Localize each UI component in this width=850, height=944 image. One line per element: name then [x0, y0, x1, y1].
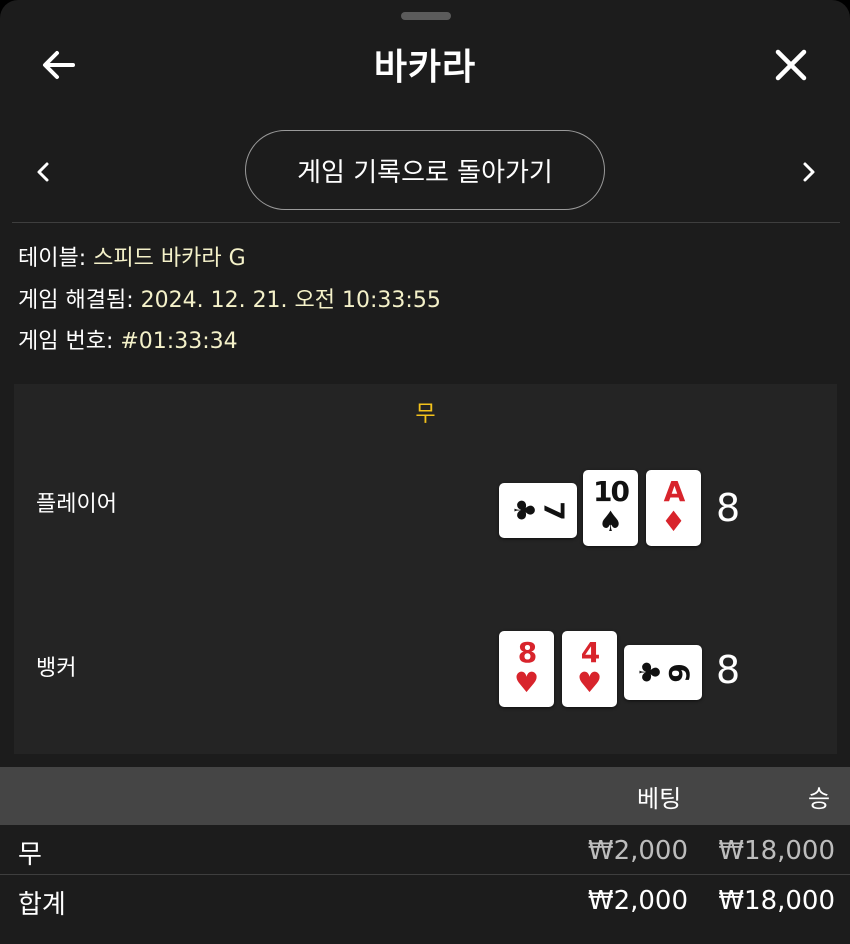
spade-icon: ♠ — [597, 505, 624, 538]
resolved-info-label: 게임 해결됨: — [18, 288, 141, 313]
card-rank: 4 — [580, 636, 600, 669]
banker-card-3: 6 ♣ — [624, 645, 702, 700]
banker-label: 뱅커 — [36, 656, 77, 681]
result-panel: 무 플레이어 7 ♣ 10 ♠ A ♦ 8 뱅커 8 ♥ 4 ♥ 6 ♣ 8 — [14, 384, 837, 754]
chevron-left-icon — [37, 162, 49, 182]
table-info: 테이블: 스피드 바카라 G — [18, 244, 246, 274]
page-title: 바카라 — [373, 47, 477, 88]
banker-card-2: 4 ♥ — [562, 631, 617, 707]
resolved-info: 게임 해결됨: 2024. 12. 21. 오전 10:33:55 — [18, 286, 441, 316]
win-amount: ₩18,000 — [718, 836, 835, 866]
bets-table-header: 베팅 승 — [0, 767, 850, 825]
column-header-bet: 베팅 — [637, 785, 682, 813]
close-button[interactable] — [766, 42, 816, 88]
player-card-3: A ♦ — [646, 470, 701, 546]
next-game-button[interactable] — [788, 152, 828, 192]
club-icon: ♣ — [632, 659, 666, 685]
card-rank: 10 — [593, 475, 630, 508]
card-rank: 8 — [517, 636, 537, 669]
heart-icon: ♥ — [513, 666, 540, 699]
close-icon — [775, 49, 807, 81]
bet-type-label: 무 — [18, 840, 42, 870]
game-number-value: #01:33:34 — [120, 329, 238, 354]
total-bet-amount: ₩2,000 — [587, 886, 688, 916]
table-info-value: 스피드 바카라 G — [93, 246, 246, 271]
card-rank: 6 — [662, 663, 696, 681]
prev-game-button[interactable] — [24, 152, 64, 192]
total-label: 합계 — [18, 890, 66, 920]
player-card-2: 10 ♠ — [583, 470, 638, 546]
divider — [0, 874, 850, 875]
banker-card-1: 8 ♥ — [499, 631, 554, 707]
diamond-icon: ♦ — [660, 505, 687, 538]
heart-icon: ♥ — [576, 666, 603, 699]
club-icon: ♣ — [507, 497, 541, 523]
resolved-info-value: 2024. 12. 21. 오전 10:33:55 — [140, 288, 441, 313]
player-card-1: 7 ♣ — [499, 483, 577, 538]
result-sheet: 바카라 게임 기록으로 돌아가기 테이블: 스피드 바카라 G 게임 해결됨: … — [0, 0, 850, 944]
player-label: 플레이어 — [36, 492, 117, 517]
drag-handle[interactable] — [401, 12, 451, 20]
bet-amount: ₩2,000 — [587, 836, 688, 866]
table-row: 무 ₩2,000 ₩18,000 — [0, 828, 850, 876]
game-number-label: 게임 번호: — [18, 329, 121, 354]
column-header-win: 승 — [808, 785, 831, 813]
divider — [12, 222, 840, 223]
game-nav: 게임 기록으로 돌아가기 — [0, 130, 850, 214]
card-rank: A — [663, 475, 686, 508]
game-number-info: 게임 번호: #01:33:34 — [18, 327, 238, 357]
card-rank: 7 — [537, 501, 571, 519]
chevron-right-icon — [803, 162, 815, 182]
total-win-amount: ₩18,000 — [718, 886, 835, 916]
table-info-label: 테이블: — [18, 246, 94, 271]
total-row: 합계 ₩2,000 ₩18,000 — [0, 878, 850, 926]
banker-score: 8 — [716, 648, 741, 692]
header: 바카라 — [0, 24, 850, 104]
player-score: 8 — [716, 486, 741, 530]
outcome-label: 무 — [415, 402, 436, 427]
back-to-history-button[interactable]: 게임 기록으로 돌아가기 — [245, 130, 605, 210]
